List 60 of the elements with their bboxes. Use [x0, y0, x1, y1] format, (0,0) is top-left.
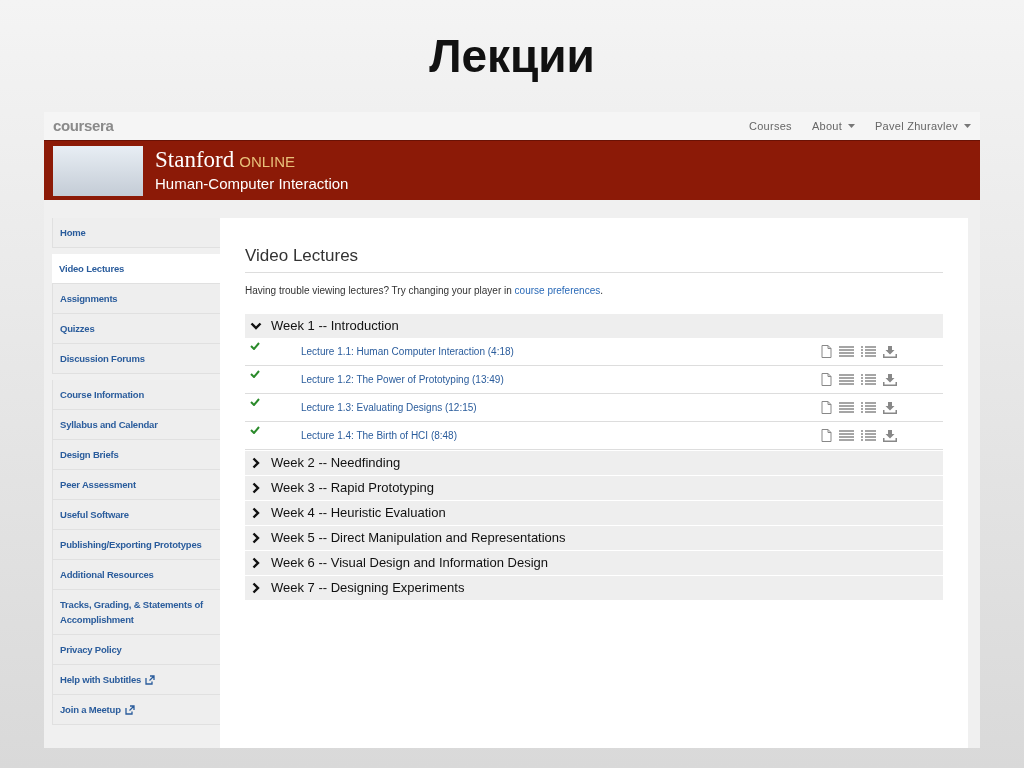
page-heading: Video Lectures	[245, 244, 943, 273]
text-lines-icon[interactable]	[839, 374, 854, 385]
brand-suffix: ONLINE	[239, 152, 296, 173]
nav-link[interactable]: Courses	[749, 117, 792, 135]
lecture-link[interactable]: Lecture 1.4: The Birth of HCI (8:48)	[301, 428, 821, 443]
download-icon[interactable]	[883, 401, 897, 414]
sidebar-item[interactable]: Help with Subtitles	[52, 665, 220, 695]
chevron-right-icon	[250, 532, 262, 544]
lecture-link[interactable]: Lecture 1.2: The Power of Prototyping (13:49)	[301, 372, 821, 387]
week-header[interactable]: Week 2 -- Needfinding	[245, 451, 943, 475]
text-lines-icon[interactable]	[839, 402, 854, 413]
text-lines-icon[interactable]	[839, 430, 854, 441]
sidebar-item[interactable]: Video Lectures	[52, 254, 220, 284]
sidebar-item[interactable]: Home	[52, 218, 220, 248]
week-header[interactable]: Week 5 -- Direct Manipulation and Representations	[245, 526, 943, 550]
coursera-logo[interactable]: coursera	[53, 114, 114, 138]
bulleted-list-icon[interactable]	[861, 346, 876, 357]
document-icon[interactable]	[821, 401, 832, 414]
week-header[interactable]: Week 6 -- Visual Design and Information Design	[245, 551, 943, 575]
course-title: Human-Computer Interaction	[155, 173, 349, 194]
sidebar-item[interactable]: Quizzes	[52, 314, 220, 344]
sidebar-item[interactable]: Discussion Forums	[52, 344, 220, 374]
sidebar-item[interactable]: Useful Software	[52, 500, 220, 530]
document-icon[interactable]	[821, 345, 832, 358]
document-icon[interactable]	[821, 429, 832, 442]
nav-link[interactable]: About	[811, 117, 855, 135]
chevron-right-icon	[250, 507, 262, 519]
chevron-right-icon	[250, 557, 262, 569]
sidebar-item[interactable]: Design Briefs	[52, 440, 220, 470]
sidebar-item[interactable]: Syllabus and Calendar	[52, 410, 220, 440]
download-icon[interactable]	[883, 373, 897, 386]
chevron-down-icon	[250, 320, 262, 332]
sidebar-item[interactable]: Privacy Policy	[52, 635, 220, 665]
lecture-link[interactable]: Lecture 1.3: Evaluating Designs (12:15)	[301, 400, 821, 415]
bulleted-list-icon[interactable]	[861, 402, 876, 413]
chevron-right-icon	[250, 482, 262, 494]
download-icon[interactable]	[883, 345, 897, 358]
week-header[interactable]: Week 7 -- Designing Experiments	[245, 576, 943, 600]
text-lines-icon[interactable]	[839, 346, 854, 357]
sidebar-item[interactable]: Peer Assessment	[52, 470, 220, 500]
week-header[interactable]: Week 4 -- Heuristic Evaluation	[245, 501, 943, 525]
lecture-link[interactable]: Lecture 1.1: Human Computer Interaction (4:18)	[301, 344, 821, 359]
week-header[interactable]: Week 3 -- Rapid Prototyping	[245, 476, 943, 500]
sidebar-item[interactable]: Publishing/Exporting Prototypes	[52, 530, 220, 560]
bulleted-list-icon[interactable]	[861, 430, 876, 441]
download-icon[interactable]	[883, 429, 897, 442]
document-icon[interactable]	[821, 373, 832, 386]
sidebar-item[interactable]: Assignments	[52, 284, 220, 314]
sidebar-item[interactable]: Tracks, Grading, & Statements of Accomplishment	[52, 590, 220, 635]
nav-link[interactable]: Pavel Zhuravlev	[875, 117, 971, 135]
sidebar-item[interactable]: Join a Meetup	[52, 695, 220, 725]
week-header[interactable]: Week 1 -- Introduction	[245, 314, 943, 338]
sidebar-item[interactable]: Additional Resources	[52, 560, 220, 590]
brand-name: Stanford	[155, 147, 235, 174]
bulleted-list-icon[interactable]	[861, 374, 876, 385]
sidebar-item[interactable]: Course Information	[52, 380, 220, 410]
chevron-right-icon	[250, 457, 262, 469]
notice-text: Having trouble viewing lectures? Try changing your player in course preferences.	[245, 284, 604, 298]
chevron-right-icon	[250, 582, 262, 594]
slide-title: Лекции	[429, 29, 595, 84]
